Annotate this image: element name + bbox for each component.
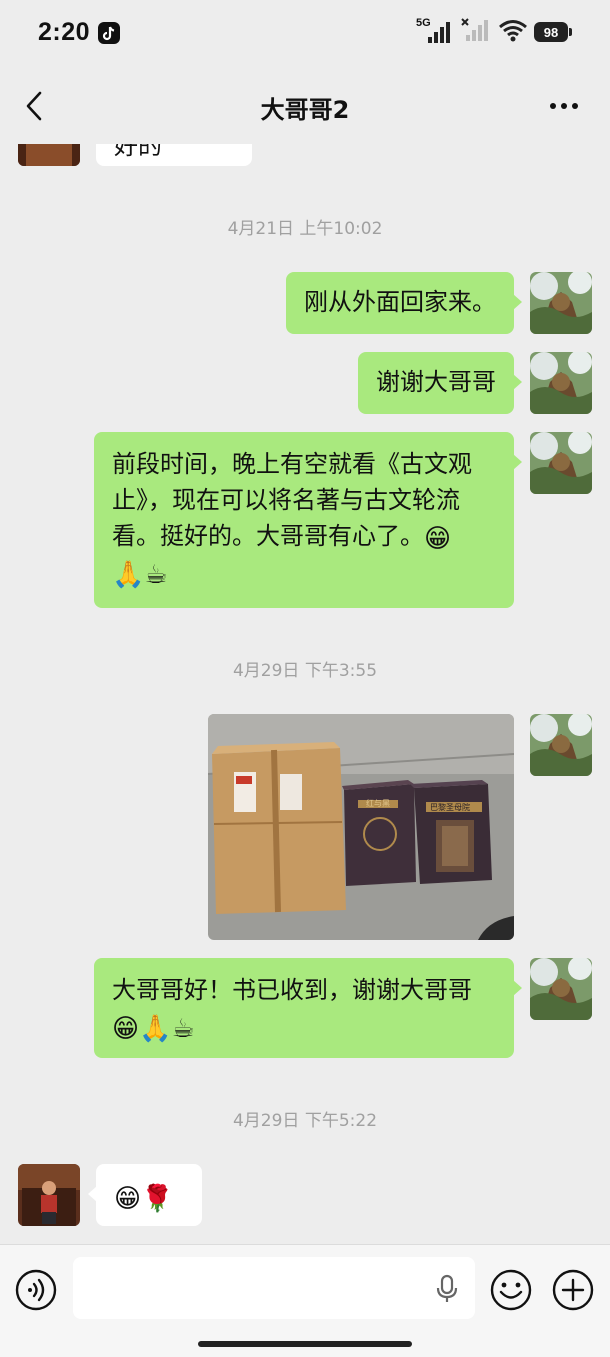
incoming-message[interactable]: 😁🌹 — [88, 1164, 202, 1226]
mic-icon[interactable] — [433, 1274, 461, 1304]
my-avatar[interactable] — [530, 714, 592, 776]
timestamp: 4月29日 下午3:55 — [232, 661, 378, 681]
incoming-message-partial[interactable]: 好的 — [96, 144, 252, 166]
outgoing-message[interactable]: 谢谢大哥哥 — [358, 352, 522, 414]
more-dots-icon — [550, 103, 578, 109]
wifi-icon — [498, 18, 528, 46]
my-avatar[interactable] — [530, 352, 592, 414]
outgoing-message[interactable]: 大哥哥好！书已收到，谢谢大哥哥 😁🙏☕ — [94, 958, 522, 1058]
tiktok-notification-icon — [98, 22, 120, 44]
message-list[interactable]: 好的 4月21日 上午10:02 刚从外面回家来。 谢谢大哥哥 前段时间，晚上有… — [0, 144, 610, 1244]
status-time: 2:20 — [38, 18, 91, 46]
status-icons: 5G 98 — [416, 17, 572, 47]
svg-text:巴黎圣母院: 巴黎圣母院 — [430, 802, 470, 812]
grin-emoji-icon: 😁 — [114, 1184, 142, 1214]
grin-emoji-icon: 😁 — [112, 1014, 140, 1044]
home-indicator[interactable] — [198, 1341, 412, 1347]
timestamp: 4月29日 下午5:22 — [232, 1111, 378, 1131]
timestamp: 4月21日 上午10:02 — [227, 219, 383, 239]
contact-avatar[interactable] — [18, 144, 80, 166]
battery-indicator: 98 — [534, 22, 572, 42]
outgoing-message[interactable]: 前段时间，晚上有空就看《古文观 止》，现在可以将名著与古文轮流 看。挺好的。大哥… — [94, 432, 522, 608]
more-options-button[interactable] — [546, 94, 582, 118]
signal-5g-icon: 5G — [416, 17, 454, 45]
grin-emoji-icon: 😁 — [424, 524, 452, 554]
outgoing-message[interactable]: 刚从外面回家来。 — [286, 272, 522, 334]
pray-emoji-icon: 🙏 — [112, 560, 145, 590]
plus-circle-icon — [552, 1269, 594, 1311]
status-bar: 2:20 5G 98 — [0, 0, 610, 68]
svg-text:红与黑: 红与黑 — [366, 798, 390, 808]
message-input[interactable] — [73, 1257, 475, 1319]
chat-title: 大哥哥2 — [260, 96, 350, 124]
voice-icon — [15, 1269, 57, 1311]
signal-bars-icon — [460, 17, 492, 47]
input-bar — [0, 1244, 610, 1357]
contact-avatar[interactable] — [18, 1164, 80, 1226]
chat-header: 大哥哥2 — [0, 68, 610, 144]
image-message[interactable]: 红与黑 巴黎圣母院 — [208, 714, 514, 940]
my-avatar[interactable] — [530, 958, 592, 1020]
coffee-emoji-icon: ☕ — [171, 1014, 195, 1044]
rose-emoji-icon: 🌹 — [141, 1184, 174, 1214]
voice-input-button[interactable] — [15, 1269, 57, 1311]
my-avatar[interactable] — [530, 432, 592, 494]
emoji-face-icon — [490, 1269, 532, 1311]
more-functions-button[interactable] — [552, 1269, 594, 1311]
pray-emoji-icon: 🙏 — [139, 1014, 172, 1044]
my-avatar[interactable] — [530, 272, 592, 334]
emoji-button[interactable] — [490, 1269, 532, 1311]
coffee-emoji-icon: ☕ — [144, 560, 168, 590]
